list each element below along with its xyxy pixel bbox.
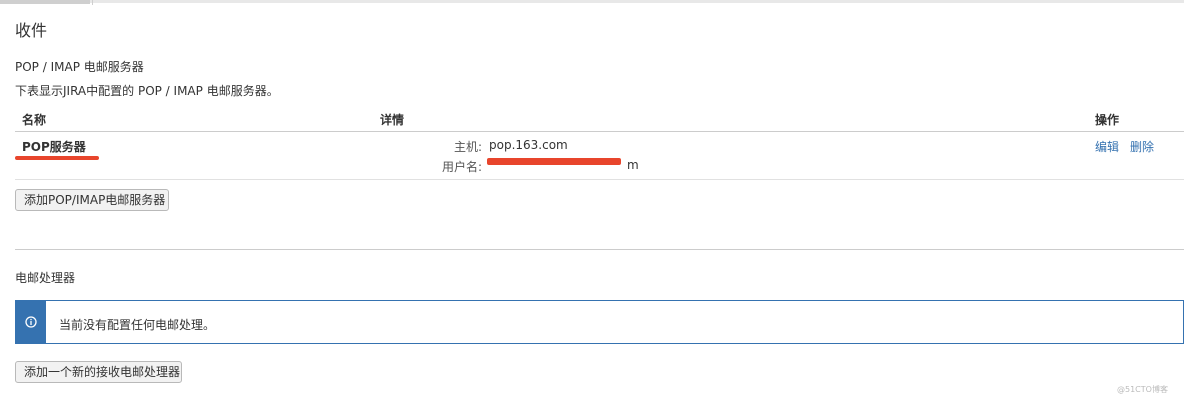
section-divider — [15, 249, 1184, 250]
host-value: pop.163.com — [489, 138, 568, 152]
mail-handlers-section-title: 电邮处理器 — [15, 271, 76, 285]
column-header-details: 详情 — [380, 113, 405, 127]
column-header-name: 名称 — [22, 113, 47, 127]
pop-imap-section-description: 下表显示JIRA中配置的 POP / IMAP 电邮服务器。 — [15, 84, 279, 98]
watermark: @51CTO博客 — [1117, 385, 1168, 394]
add-pop-imap-server-button[interactable]: 添加POP/IMAP电邮服务器 — [15, 189, 169, 211]
edit-server-link[interactable]: 编辑 — [1095, 138, 1119, 155]
table-row-divider — [15, 179, 1184, 180]
red-annotation-underline — [15, 156, 99, 160]
username-visible-suffix: m — [627, 158, 639, 172]
column-header-operations: 操作 — [1095, 113, 1120, 127]
delete-server-link[interactable]: 删除 — [1130, 138, 1154, 155]
info-circle-icon — [25, 316, 37, 328]
server-name: POP服务器 — [22, 140, 86, 154]
info-message-box: 当前没有配置任何电邮处理。 — [15, 300, 1184, 344]
pop-imap-section-title: POP / IMAP 电邮服务器 — [15, 60, 144, 74]
active-tab-indicator — [0, 0, 90, 4]
info-message-text: 当前没有配置任何电邮处理。 — [59, 318, 216, 332]
info-message-accent — [16, 301, 46, 343]
top-tab-bar — [0, 0, 1184, 3]
username-label: 用户名: — [441, 160, 482, 174]
host-label: 主机: — [453, 140, 482, 154]
add-mail-handler-button[interactable]: 添加一个新的接收电邮处理器 — [15, 361, 182, 383]
page-title: 收件 — [15, 21, 48, 40]
tab-separator — [92, 0, 93, 5]
username-redaction — [487, 158, 621, 165]
table-header-divider — [15, 131, 1184, 132]
